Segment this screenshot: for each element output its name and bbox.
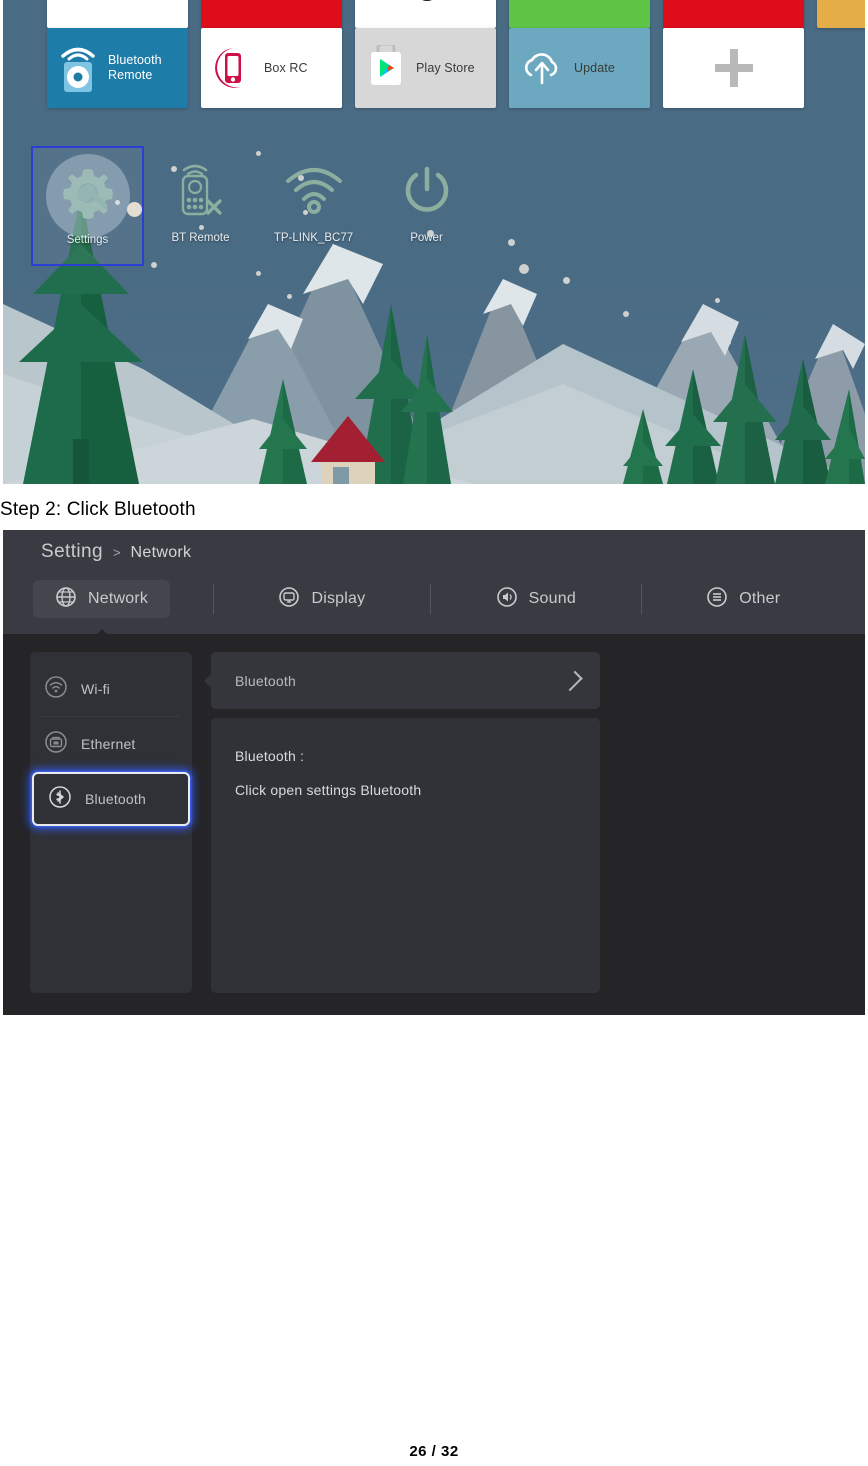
video-icon bbox=[413, 0, 440, 1]
halo-dot bbox=[127, 202, 142, 217]
bluetooth-remote[interactable]: Bluetooth Remote bbox=[47, 28, 188, 108]
tab-label: Network bbox=[88, 590, 149, 607]
tile-label-group: Bluetooth Remote bbox=[108, 53, 162, 83]
list-icon bbox=[706, 586, 728, 613]
tab-divider bbox=[429, 584, 431, 614]
breadcrumb-root[interactable]: Setting bbox=[41, 541, 103, 563]
tab-divider bbox=[212, 584, 214, 614]
monitor-icon bbox=[278, 586, 300, 613]
settings-detail-column: Bluetooth Bluetooth : Click open setting… bbox=[204, 652, 600, 993]
tab-label: Display bbox=[311, 590, 366, 607]
bluetooth-info-card: Bluetooth : Click open settings Bluetoot… bbox=[211, 718, 600, 993]
breadcrumb-leaf: Network bbox=[130, 544, 192, 561]
sidebar-item-power[interactable]: Power bbox=[370, 146, 483, 266]
sidebar-item-label: Bluetooth bbox=[85, 791, 146, 807]
launcher-screenshot: Bluetooth Remote Box RC Play Store Updat… bbox=[3, 0, 865, 484]
tab-sound[interactable]: Sound bbox=[474, 580, 598, 618]
info-title: Bluetooth : bbox=[235, 748, 305, 764]
shortcut-label: TP-LINK_BC77 bbox=[273, 232, 354, 244]
sidebar-item-label: Wi-fi bbox=[81, 681, 110, 697]
launcher-tiles-row-top bbox=[47, 0, 865, 28]
bluetooth-entry-label: Bluetooth bbox=[235, 672, 296, 689]
breadcrumb: Setting > Network bbox=[41, 541, 191, 563]
step-caption: Step 2: Click Bluetooth bbox=[0, 499, 196, 520]
tab-divider bbox=[640, 584, 642, 614]
shortcut-label: BT Remote bbox=[171, 232, 230, 244]
chevron-right-icon bbox=[562, 670, 583, 691]
tab-display[interactable]: Display bbox=[256, 580, 387, 618]
settings-sidebar: Wi-fi Ethernet Bluetooth bbox=[30, 652, 192, 993]
settings-halo bbox=[45, 154, 130, 238]
tile-white-blank[interactable] bbox=[47, 0, 188, 28]
tab-label: Other bbox=[739, 590, 781, 607]
tile-red-app-2[interactable] bbox=[663, 0, 804, 28]
settings-tabs: Network Display Sound Other bbox=[33, 578, 845, 638]
plus-icon bbox=[711, 45, 757, 91]
settings-header: Setting > Network Network Display Sound … bbox=[3, 530, 865, 638]
breadcrumb-separator-icon: > bbox=[112, 545, 121, 560]
tab-label: Sound bbox=[528, 590, 576, 607]
add-tile[interactable] bbox=[663, 28, 804, 108]
tile-label-line2: Remote bbox=[108, 68, 153, 82]
tile-red-app[interactable] bbox=[201, 0, 342, 28]
launcher-tiles-row-bottom: Bluetooth Remote Box RC Play Store Updat… bbox=[47, 28, 804, 108]
sidebar-item-settings[interactable]: Settings bbox=[31, 146, 144, 266]
tile-label: Play Store bbox=[416, 60, 475, 75]
sidebar-item-wifi-network[interactable]: TP-LINK_BC77 bbox=[257, 146, 370, 266]
shortcut-label: Power bbox=[410, 232, 443, 244]
info-body: Click open settings Bluetooth bbox=[235, 782, 422, 798]
settings-screenshot: Setting > Network Network Display Sound … bbox=[3, 530, 865, 1015]
cloud-update-icon bbox=[519, 47, 565, 89]
settings-body: Wi-fi Ethernet Bluetooth Bluetooth Bluet… bbox=[3, 634, 865, 1015]
remote-control-icon bbox=[176, 154, 226, 228]
sidebar-item-label: Ethernet bbox=[81, 736, 136, 752]
bluetooth-circle-icon bbox=[48, 785, 72, 814]
wifi-icon bbox=[283, 154, 345, 228]
sidebar-item-wifi[interactable]: Wi-fi bbox=[30, 662, 192, 716]
sidebar-item-bt-remote[interactable]: BT Remote bbox=[144, 146, 257, 266]
update[interactable]: Update bbox=[509, 28, 650, 108]
sidebar-item-ethernet[interactable]: Ethernet bbox=[30, 717, 192, 771]
play-store-icon bbox=[365, 45, 407, 91]
desktop-shortcuts: Settings BT Remote TP-LINK_BC77 Power bbox=[31, 146, 483, 266]
play-store[interactable]: Play Store bbox=[355, 28, 496, 108]
speaker-icon bbox=[496, 586, 518, 613]
tile-green-app[interactable] bbox=[509, 0, 650, 28]
tile-label: Box RC bbox=[264, 60, 308, 75]
tab-network[interactable]: Network bbox=[33, 580, 171, 638]
tile-label: Update bbox=[574, 60, 615, 75]
wifi-circle-icon bbox=[44, 675, 68, 704]
tab-other[interactable]: Other bbox=[684, 580, 802, 618]
box-rc-icon bbox=[211, 44, 255, 92]
tile-white-video[interactable] bbox=[355, 0, 496, 28]
page-number: 26 / 32 bbox=[409, 1443, 459, 1460]
bluetooth-remote-icon bbox=[57, 42, 99, 94]
box-rc[interactable]: Box RC bbox=[201, 28, 342, 108]
ethernet-circle-icon bbox=[44, 730, 68, 759]
power-icon bbox=[399, 154, 455, 228]
tile-label-line1: Bluetooth bbox=[108, 53, 162, 67]
tile-orange-app[interactable] bbox=[817, 0, 865, 28]
globe-icon bbox=[55, 586, 77, 613]
row-pointer-notch-icon bbox=[204, 672, 212, 689]
sidebar-item-bluetooth[interactable]: Bluetooth bbox=[32, 772, 190, 826]
bluetooth-entry-row[interactable]: Bluetooth bbox=[204, 652, 600, 709]
